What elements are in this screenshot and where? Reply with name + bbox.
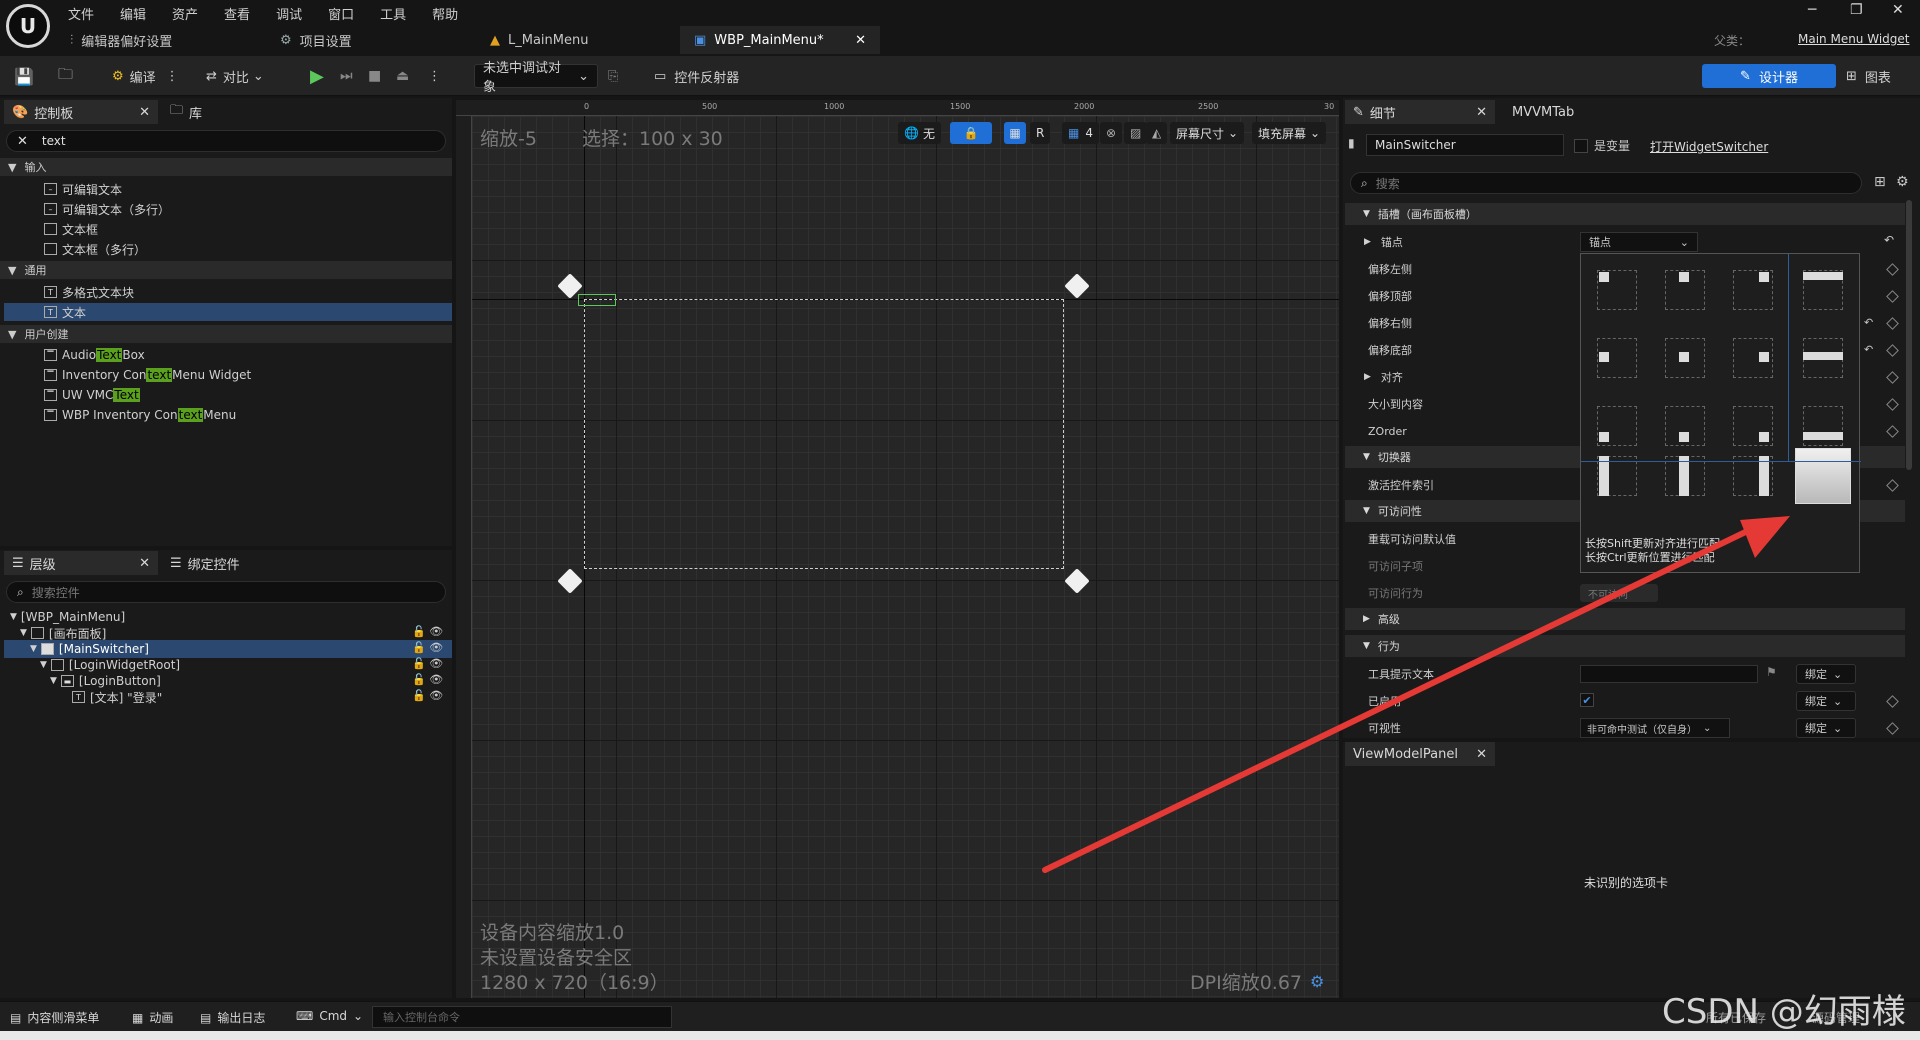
arrow-head bbox=[1740, 516, 1790, 558]
annotation-arrow bbox=[1042, 516, 1790, 873]
arrow-shaft bbox=[1042, 522, 1763, 873]
